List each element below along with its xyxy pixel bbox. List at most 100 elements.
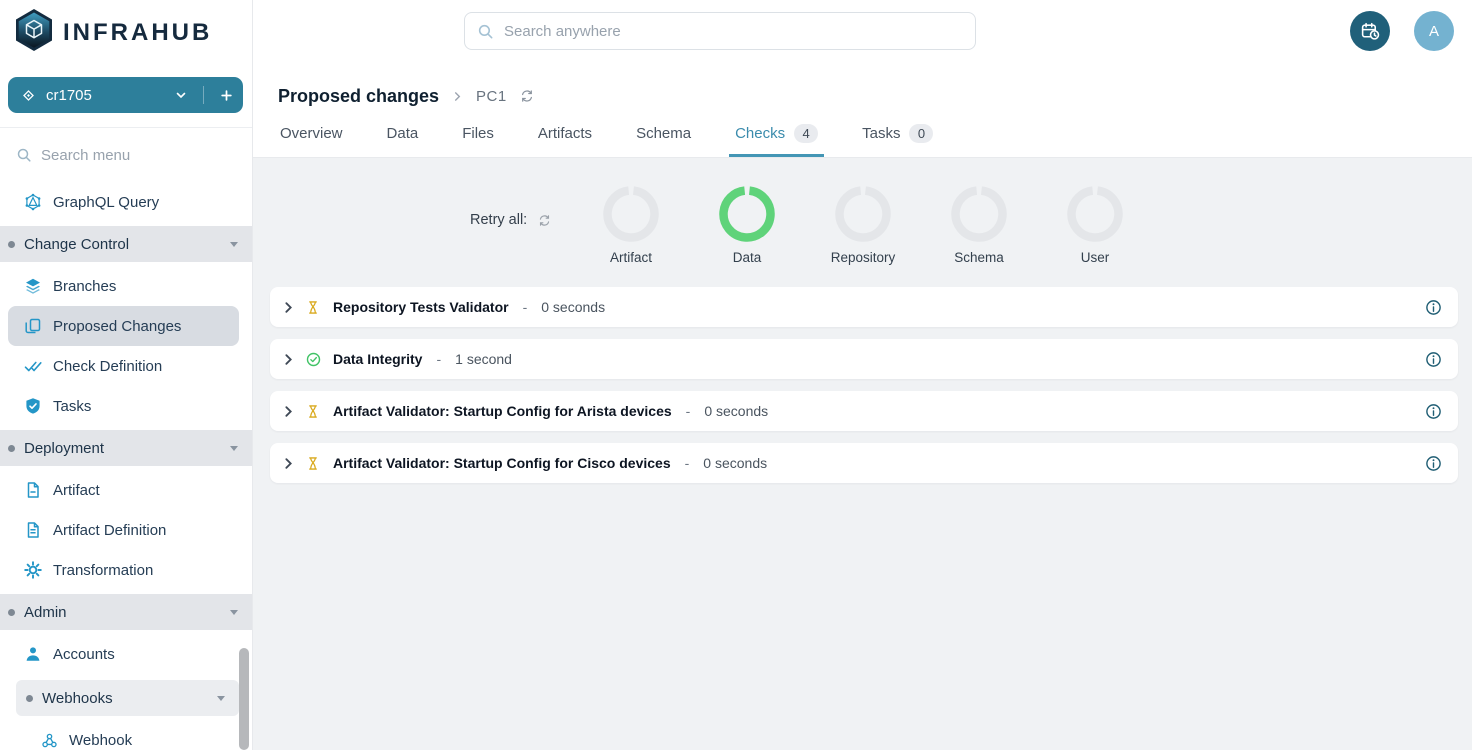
menu-search	[0, 138, 252, 172]
tab-artifacts[interactable]: Artifacts	[536, 124, 594, 157]
validator-row: Artifact Validator: Startup Config for C…	[270, 443, 1458, 483]
check-ring-repository[interactable]: Repository	[823, 186, 903, 265]
breadcrumb-current[interactable]: PC1	[476, 88, 507, 105]
info-icon[interactable]	[1425, 455, 1442, 472]
sidebar-item-label: Artifact	[53, 482, 100, 499]
double-check-icon	[24, 357, 42, 375]
sidebar-item-webhook[interactable]: Webhook	[0, 720, 252, 750]
separator: -	[436, 351, 441, 367]
chevron-down-icon[interactable]	[175, 89, 187, 101]
sidebar-section-webhooks[interactable]: Webhooks	[16, 680, 239, 716]
validator-row: Repository Tests Validator - 0 seconds	[270, 287, 1458, 327]
page-title: Proposed changes	[278, 86, 439, 107]
tab-files[interactable]: Files	[460, 124, 496, 157]
progress-ring-icon	[603, 186, 659, 242]
avatar-initial: A	[1429, 23, 1439, 40]
separator: -	[523, 299, 528, 315]
separator: -	[685, 455, 690, 471]
check-ring-artifact[interactable]: Artifact	[591, 186, 671, 265]
checks-panel: Retry all: Artifact Data Repository Sche…	[253, 158, 1472, 750]
ring-label: Data	[733, 250, 762, 265]
sidebar: INFRAHUB cr1705	[0, 0, 253, 750]
sidebar-section-deployment[interactable]: Deployment	[0, 430, 252, 466]
info-icon[interactable]	[1425, 299, 1442, 316]
expand-chevron-icon[interactable]	[282, 353, 295, 366]
expand-chevron-icon[interactable]	[282, 301, 295, 314]
sidebar-item-transformation[interactable]: Transformation	[0, 550, 252, 590]
sidebar-item-accounts[interactable]: Accounts	[0, 634, 252, 674]
check-ring-user[interactable]: User	[1055, 186, 1135, 265]
breadcrumb: Proposed changes PC1	[278, 84, 534, 108]
progress-ring-icon	[1067, 186, 1123, 242]
retry-all-refresh-icon[interactable]	[538, 214, 551, 227]
collapse-caret-icon[interactable]	[217, 696, 225, 701]
sidebar-item-graphql-query[interactable]: GraphQL Query	[0, 182, 252, 222]
validator-list: Repository Tests Validator - 0 seconds D…	[270, 287, 1458, 483]
user-avatar[interactable]: A	[1414, 11, 1454, 51]
sidebar-section-admin[interactable]: Admin	[0, 594, 252, 630]
sidebar-item-label: GraphQL Query	[53, 194, 159, 211]
sidebar-section-label: Webhooks	[42, 690, 113, 707]
expand-chevron-icon[interactable]	[282, 405, 295, 418]
collapse-caret-icon[interactable]	[230, 446, 238, 451]
tab-label: Artifacts	[538, 125, 592, 142]
sidebar-item-proposed-changes[interactable]: Proposed Changes	[8, 306, 239, 346]
divider	[203, 86, 204, 104]
sidebar-item-label: Proposed Changes	[53, 318, 181, 335]
branch-name: cr1705	[46, 87, 92, 104]
search-icon	[16, 147, 32, 163]
collapse-caret-icon[interactable]	[230, 242, 238, 247]
tab-schema[interactable]: Schema	[634, 124, 693, 157]
validator-title: Data Integrity	[333, 351, 422, 367]
bullet-icon	[8, 241, 15, 248]
sidebar-scrollbar-thumb[interactable]	[239, 648, 249, 750]
validator-row: Artifact Validator: Startup Config for A…	[270, 391, 1458, 431]
bullet-icon	[8, 609, 15, 616]
sidebar-section-label: Deployment	[24, 440, 104, 457]
tab-data[interactable]: Data	[385, 124, 421, 157]
sidebar-item-tasks[interactable]: Tasks	[0, 386, 252, 426]
refresh-icon[interactable]	[520, 89, 534, 103]
sidebar-section-change-control[interactable]: Change Control	[0, 226, 252, 262]
ring-label: Artifact	[610, 250, 652, 265]
sidebar-item-artifact[interactable]: Artifact	[0, 470, 252, 510]
retry-all: Retry all:	[470, 212, 551, 228]
sidebar-item-check-definition[interactable]: Check Definition	[0, 346, 252, 386]
check-ring-data[interactable]: Data	[707, 186, 787, 265]
tab-checks[interactable]: Checks 4	[733, 124, 820, 157]
tab-label: Overview	[280, 125, 343, 142]
check-circle-icon	[305, 352, 321, 367]
progress-ring-icon	[835, 186, 891, 242]
gear-icon	[24, 561, 42, 579]
tab-label: Data	[387, 125, 419, 142]
tab-label: Files	[462, 125, 494, 142]
branch-selector[interactable]: cr1705	[8, 77, 243, 113]
global-search	[464, 12, 976, 50]
tab-tasks[interactable]: Tasks 0	[860, 124, 935, 157]
sidebar-item-branches[interactable]: Branches	[0, 266, 252, 306]
divider	[0, 127, 252, 128]
branches-layers-icon	[24, 277, 42, 295]
menu-search-input[interactable]	[41, 147, 211, 164]
time-travel-button[interactable]	[1350, 11, 1390, 51]
ring-label: User	[1081, 250, 1110, 265]
retry-all-label: Retry all:	[470, 212, 527, 228]
separator: -	[686, 403, 691, 419]
search-icon	[477, 23, 494, 40]
sidebar-section-label: Change Control	[24, 236, 129, 253]
info-icon[interactable]	[1425, 403, 1442, 420]
check-ring-schema[interactable]: Schema	[939, 186, 1019, 265]
global-search-input[interactable]	[504, 23, 963, 40]
tab-overview[interactable]: Overview	[278, 124, 345, 157]
collapse-caret-icon[interactable]	[230, 610, 238, 615]
expand-chevron-icon[interactable]	[282, 457, 295, 470]
add-branch-icon[interactable]	[220, 89, 233, 102]
brand-logo[interactable]: INFRAHUB	[0, 0, 252, 56]
sidebar-item-artifact-definition[interactable]: Artifact Definition	[0, 510, 252, 550]
sidebar-item-label: Accounts	[53, 646, 115, 663]
sidebar-section-label: Admin	[24, 604, 67, 621]
hourglass-icon	[305, 404, 321, 419]
info-icon[interactable]	[1425, 351, 1442, 368]
sidebar-item-label: Check Definition	[53, 358, 162, 375]
validator-duration: 0 seconds	[704, 403, 768, 419]
